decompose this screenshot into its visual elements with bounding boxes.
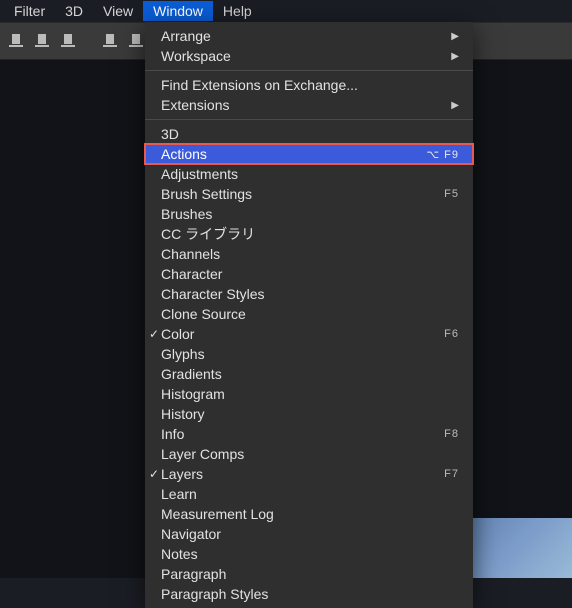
- menu-item-measurement-log[interactable]: Measurement Log: [145, 504, 473, 524]
- menu-item-workspace[interactable]: Workspace▶: [145, 46, 473, 66]
- menu-item-gradients[interactable]: Gradients: [145, 364, 473, 384]
- menu-item-character[interactable]: Character: [145, 264, 473, 284]
- checkmark-icon: ✓: [147, 327, 161, 341]
- menu-item-label: Workspace: [161, 48, 449, 64]
- menu-item-layer-comps[interactable]: Layer Comps: [145, 444, 473, 464]
- checkmark-icon: ✓: [147, 467, 161, 481]
- menu-item-cc[interactable]: CC ライブラリ: [145, 224, 473, 244]
- menu-item-actions[interactable]: Actions⌥ F9: [145, 144, 473, 164]
- menu-item-history[interactable]: History: [145, 404, 473, 424]
- menu-item-paragraph[interactable]: Paragraph: [145, 564, 473, 584]
- menu-item-label: Navigator: [161, 526, 459, 542]
- menu-item-shortcut: F7: [444, 468, 459, 480]
- menu-item-3d[interactable]: 3D: [145, 124, 473, 144]
- align-icon-4[interactable]: [100, 31, 120, 51]
- menu-item-label: History: [161, 406, 459, 422]
- menu-item-label: 3D: [161, 126, 459, 142]
- menu-item-brush-settings[interactable]: Brush SettingsF5: [145, 184, 473, 204]
- menu-item-label: CC ライブラリ: [161, 224, 459, 244]
- menu-item-label: Extensions: [161, 97, 449, 113]
- submenu-arrow-icon: ▶: [449, 31, 459, 42]
- align-icon-5[interactable]: [126, 31, 146, 51]
- menu-item-find-extensions-on-exchange[interactable]: Find Extensions on Exchange...: [145, 75, 473, 95]
- menu-item-brushes[interactable]: Brushes: [145, 204, 473, 224]
- menu-item-label: Color: [161, 326, 444, 342]
- menu-item-histogram[interactable]: Histogram: [145, 384, 473, 404]
- menu-item-label: Channels: [161, 246, 459, 262]
- menu-item-navigator[interactable]: Navigator: [145, 524, 473, 544]
- align-icon-1[interactable]: [6, 31, 26, 51]
- submenu-arrow-icon: ▶: [449, 100, 459, 111]
- menu-item-glyphs[interactable]: Glyphs: [145, 344, 473, 364]
- menu-item-shortcut: ⌥ F9: [426, 148, 459, 161]
- menubar: Filter3DViewWindowHelp: [0, 0, 572, 22]
- menu-item-layers[interactable]: ✓LayersF7: [145, 464, 473, 484]
- menu-item-label: Character: [161, 266, 459, 282]
- menu-item-channels[interactable]: Channels: [145, 244, 473, 264]
- menu-item-label: Measurement Log: [161, 506, 459, 522]
- menu-item-character-styles[interactable]: Character Styles: [145, 284, 473, 304]
- menu-item-info[interactable]: InfoF8: [145, 424, 473, 444]
- menu-item-label: Glyphs: [161, 346, 459, 362]
- menu-item-label: Paragraph: [161, 566, 459, 582]
- menu-item-label: Actions: [161, 146, 426, 162]
- menu-item-label: Brushes: [161, 206, 459, 222]
- menu-item-label: Character Styles: [161, 286, 459, 302]
- menubar-item-view[interactable]: View: [93, 1, 143, 21]
- menu-item-clone-source[interactable]: Clone Source: [145, 304, 473, 324]
- menu-item-label: Layers: [161, 466, 444, 482]
- menubar-item-3d[interactable]: 3D: [55, 1, 93, 21]
- menu-item-notes[interactable]: Notes: [145, 544, 473, 564]
- align-icon-3[interactable]: [58, 31, 78, 51]
- menu-item-shortcut: F8: [444, 428, 459, 440]
- menu-separator: [145, 70, 473, 71]
- menubar-item-filter[interactable]: Filter: [4, 1, 55, 21]
- menu-item-color[interactable]: ✓ColorF6: [145, 324, 473, 344]
- menu-item-label: Adjustments: [161, 166, 459, 182]
- align-icon-2[interactable]: [32, 31, 52, 51]
- submenu-arrow-icon: ▶: [449, 51, 459, 62]
- menubar-item-help[interactable]: Help: [213, 1, 262, 21]
- menubar-item-window[interactable]: Window: [143, 1, 213, 21]
- menu-item-shortcut: F5: [444, 188, 459, 200]
- menu-item-learn[interactable]: Learn: [145, 484, 473, 504]
- menu-item-shortcut: F6: [444, 328, 459, 340]
- menu-item-adjustments[interactable]: Adjustments: [145, 164, 473, 184]
- menu-item-label: Arrange: [161, 28, 449, 44]
- menu-item-arrange[interactable]: Arrange▶: [145, 26, 473, 46]
- menu-item-label: Notes: [161, 546, 459, 562]
- menu-item-label: Clone Source: [161, 306, 459, 322]
- menu-item-label: Paragraph Styles: [161, 586, 459, 602]
- menu-item-label: Info: [161, 426, 444, 442]
- menu-item-label: Find Extensions on Exchange...: [161, 77, 459, 93]
- menu-item-label: Histogram: [161, 386, 459, 402]
- window-menu-dropdown: Arrange▶Workspace▶Find Extensions on Exc…: [145, 22, 473, 608]
- menu-item-label: Learn: [161, 486, 459, 502]
- menu-item-paragraph-styles[interactable]: Paragraph Styles: [145, 584, 473, 604]
- menu-item-label: Gradients: [161, 366, 459, 382]
- menu-separator: [145, 119, 473, 120]
- menu-item-label: Brush Settings: [161, 186, 444, 202]
- menu-item-label: Layer Comps: [161, 446, 459, 462]
- menu-item-extensions[interactable]: Extensions▶: [145, 95, 473, 115]
